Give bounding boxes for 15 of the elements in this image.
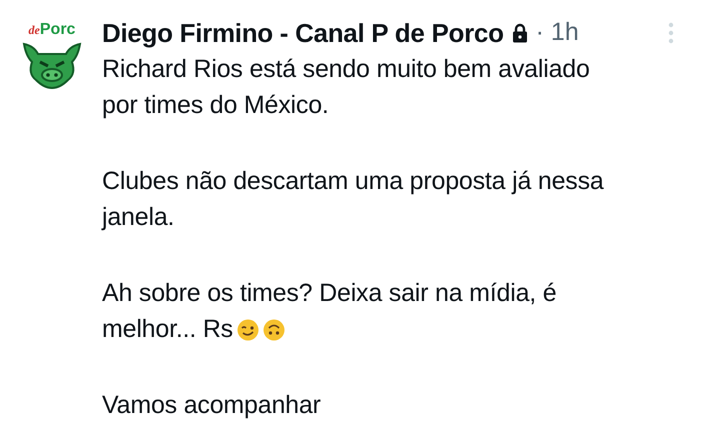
logo-word: de	[28, 24, 40, 36]
post-text-line: melhor... Rs	[102, 314, 233, 346]
upside-down-face-icon	[262, 319, 285, 341]
logo-word: Porc	[40, 22, 76, 38]
post-time[interactable]: · 1h	[536, 14, 579, 52]
post-text-line: Vamos acompanhar	[102, 390, 321, 422]
post-text-line: por times do México.	[102, 90, 329, 122]
post-text-line: Ah sobre os times? Deixa sair na mídia, é	[102, 278, 557, 310]
pig-logo-icon	[20, 40, 84, 90]
more-options-icon[interactable]	[668, 21, 674, 45]
post-text-line: Richard Rios está sendo muito bem avaliado	[102, 54, 590, 86]
post-text-line: janela.	[102, 202, 174, 234]
post-text-line: Clubes não descartam uma proposta já nessa	[102, 166, 604, 198]
author-name[interactable]: Diego Firmino - Canal P de Porco	[102, 14, 504, 52]
winking-face-icon	[236, 319, 259, 341]
